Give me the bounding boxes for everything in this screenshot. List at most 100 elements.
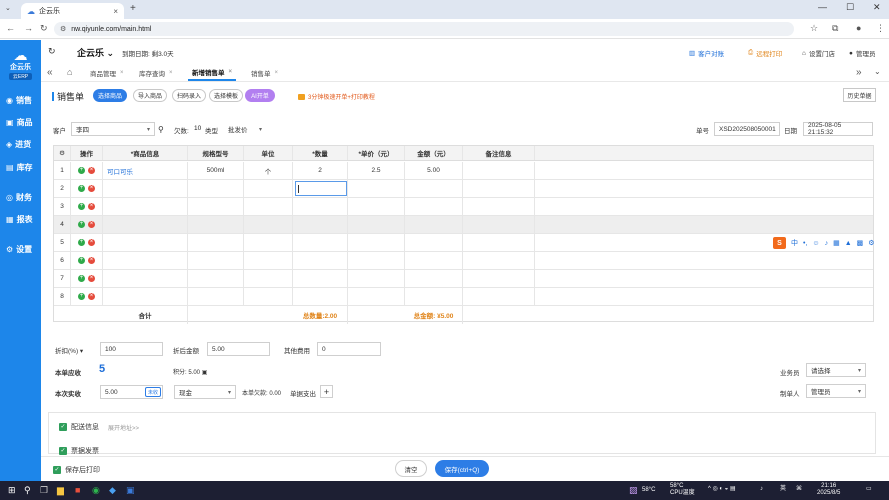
customer-reconcile-link[interactable]: ▥ 客户对账	[689, 48, 724, 58]
folder-icon[interactable]: ▆	[57, 485, 64, 496]
extensions-icon[interactable]: ⧉	[832, 23, 838, 34]
invoice-toggle[interactable]: ✓ 票据发票	[59, 446, 99, 456]
windows-start-icon[interactable]: ⊞	[8, 485, 16, 496]
delete-row-icon[interactable]: ×	[88, 185, 95, 192]
task-view-icon[interactable]: ❐	[40, 485, 48, 496]
add-row-icon[interactable]: +	[78, 221, 85, 228]
clock[interactable]: 21:16 2025/8/5	[817, 483, 840, 497]
customer-search-icon[interactable]: ⚲	[158, 125, 164, 134]
company-switcher[interactable]: 企云乐 ⌄	[77, 46, 114, 59]
tab-goods-manage[interactable]: 商品管理 ×	[86, 64, 128, 81]
site-info-icon[interactable]: ⚙	[60, 25, 66, 33]
sidebar-item-stock[interactable]: ▤ 库存	[0, 160, 41, 174]
save-button[interactable]: 保存(ctrl+Q)	[435, 460, 489, 477]
ime-skin-icon[interactable]: ▲	[845, 240, 852, 247]
discount-label[interactable]: 折扣(%) ▾	[55, 345, 83, 355]
salesman-select[interactable]: 请选择 ▾	[806, 363, 866, 377]
select-template-button[interactable]: 选择模板	[209, 89, 243, 102]
app-icon-blue[interactable]: ◆	[109, 485, 116, 496]
delete-row-icon[interactable]: ×	[88, 203, 95, 210]
expand-address-link[interactable]: 展开地址>>	[108, 423, 139, 432]
maximize-icon[interactable]: ☐	[846, 2, 854, 13]
add-row-icon[interactable]: +	[78, 185, 85, 192]
add-row-icon[interactable]: +	[78, 275, 85, 282]
delete-row-icon[interactable]: ×	[88, 257, 95, 264]
store-settings-link[interactable]: ⌂ 设置门店	[802, 48, 835, 59]
add-row-icon[interactable]: +	[78, 239, 85, 246]
sidebar-item-finance[interactable]: ◎ 财务	[0, 190, 41, 204]
add-row-icon[interactable]: +	[78, 167, 85, 174]
history-orders-button[interactable]: 历史单据	[843, 88, 876, 102]
uncollected-tag[interactable]: 未收	[145, 387, 161, 397]
network-icon[interactable]: ⌘	[796, 486, 802, 493]
maker-select[interactable]: 管理员 ▾	[806, 384, 866, 398]
chevron-down-icon[interactable]: ⌄	[874, 67, 881, 76]
star-icon[interactable]: ☆	[810, 23, 818, 34]
sidebar-item-report[interactable]: ▦ 报表	[0, 212, 41, 226]
browser-tab[interactable]: ☁ 企云乐 ×	[21, 3, 124, 19]
remote-print-link[interactable]: ⎙ 远程打印	[748, 48, 782, 58]
customer-select[interactable]: 李四 ▾	[71, 122, 155, 136]
home-icon[interactable]: ⌂	[67, 67, 72, 77]
app-icon-active[interactable]: ▣	[126, 485, 135, 496]
ime-keyboard-icon[interactable]: ▦	[833, 239, 840, 247]
order-no-input[interactable]: XSD202508050001	[714, 122, 780, 136]
browser-icon[interactable]: ◉	[92, 485, 100, 496]
sidebar-item-sales[interactable]: ◉ 销售	[0, 93, 41, 107]
add-row-icon[interactable]: +	[78, 257, 85, 264]
other-fee-input[interactable]: 0	[317, 342, 381, 356]
window-close-icon[interactable]: ✕	[873, 2, 881, 13]
delivery-toggle[interactable]: ✓ 配送信息	[59, 422, 99, 432]
ime-chinese-icon[interactable]: 中	[791, 238, 798, 248]
ime-punct-icon[interactable]: •,	[803, 240, 807, 247]
quantity-edit-input[interactable]	[295, 181, 347, 196]
forward-icon[interactable]: →	[24, 23, 33, 33]
print-after-save-toggle[interactable]: ✓ 保存后打印	[53, 465, 100, 475]
tab-stock-query[interactable]: 库存查询 ×	[135, 64, 177, 81]
sogou-ime-icon[interactable]: S	[773, 237, 786, 249]
price-type-select[interactable]: 批发价 ▾	[224, 122, 266, 136]
ime-settings-icon[interactable]: ⚙	[868, 239, 874, 247]
sidebar-item-settings[interactable]: ⚙ 设置	[0, 242, 41, 256]
app-icon-red[interactable]: ■	[75, 485, 80, 495]
clear-button[interactable]: 清空	[395, 460, 427, 477]
url-input[interactable]: ⚙ nw.qiyunle.com/main.html	[54, 22, 794, 36]
sidebar-item-purchase[interactable]: ◈ 进货	[0, 137, 41, 151]
tabs-scroll-left-icon[interactable]: «	[47, 67, 53, 78]
back-icon[interactable]: ←	[6, 23, 15, 33]
sidebar-item-goods[interactable]: ▣ 商品	[0, 115, 41, 129]
tray-icons[interactable]: ^ ◎ ◐ ◒ ▤	[708, 486, 736, 493]
ai-order-button[interactable]: AI开单	[245, 89, 275, 102]
delete-row-icon[interactable]: ×	[88, 239, 95, 246]
discount-input[interactable]: 100	[100, 342, 163, 356]
delete-row-icon[interactable]: ×	[88, 221, 95, 228]
delete-row-icon[interactable]: ×	[88, 167, 95, 174]
notification-icon[interactable]: ▭	[866, 486, 872, 493]
refresh-icon[interactable]: ↻	[48, 46, 56, 57]
new-tab-icon[interactable]: +	[130, 3, 136, 14]
add-expense-button[interactable]: +	[320, 385, 333, 398]
date-input[interactable]: 2025-08-05 21:15:32	[803, 122, 873, 136]
reload-icon[interactable]: ↻	[40, 23, 48, 34]
delete-row-icon[interactable]: ×	[88, 293, 95, 300]
goods-name-cell[interactable]: 可口可乐	[103, 162, 188, 179]
close-icon[interactable]: ×	[113, 7, 118, 16]
import-goods-button[interactable]: 导入商品	[133, 89, 167, 102]
user-menu[interactable]: ● 管理员	[849, 48, 875, 59]
scan-entry-button[interactable]: 扫码录入	[172, 89, 206, 102]
delete-row-icon[interactable]: ×	[88, 275, 95, 282]
tutorial-link[interactable]: 3分钟极速开单+打印教程	[298, 92, 375, 101]
tabs-scroll-right-icon[interactable]: »	[856, 67, 862, 78]
add-row-icon[interactable]: +	[78, 293, 85, 300]
add-row-icon[interactable]: +	[78, 203, 85, 210]
after-discount-input[interactable]: 5.00	[207, 342, 270, 356]
ime-mic-icon[interactable]: ♪	[825, 240, 829, 247]
ime-tools-icon[interactable]: ▩	[857, 239, 864, 247]
search-icon[interactable]: ⚲	[24, 485, 31, 496]
ime-indicator[interactable]: 英	[780, 486, 786, 493]
select-goods-button[interactable]: 选择商品	[93, 89, 127, 102]
menu-icon[interactable]: ⋮	[876, 23, 885, 34]
settings-col-icon[interactable]: ⚙	[54, 146, 71, 160]
minimize-icon[interactable]: —	[818, 2, 827, 12]
tab-new-sales-order[interactable]: 新增销售单 ×	[188, 64, 237, 81]
